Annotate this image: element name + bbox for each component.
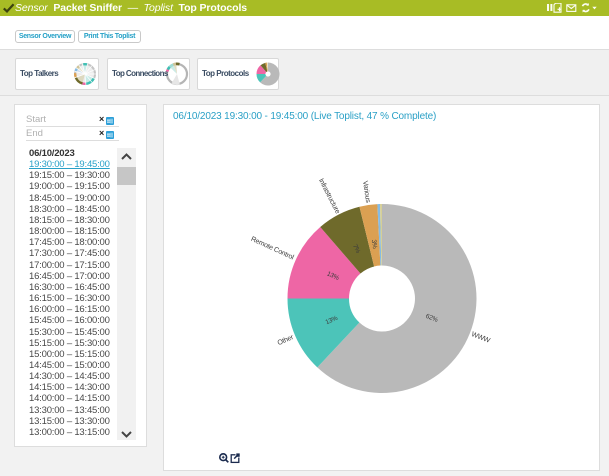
- svg-text:Infrastructure: Infrastructure: [317, 178, 341, 216]
- svg-text:3%: 3%: [370, 239, 378, 249]
- svg-text:Remote Control: Remote Control: [250, 236, 296, 262]
- svg-text:WWW: WWW: [470, 331, 491, 345]
- svg-text:Other: Other: [277, 334, 296, 347]
- svg-text:Various: Various: [361, 180, 371, 203]
